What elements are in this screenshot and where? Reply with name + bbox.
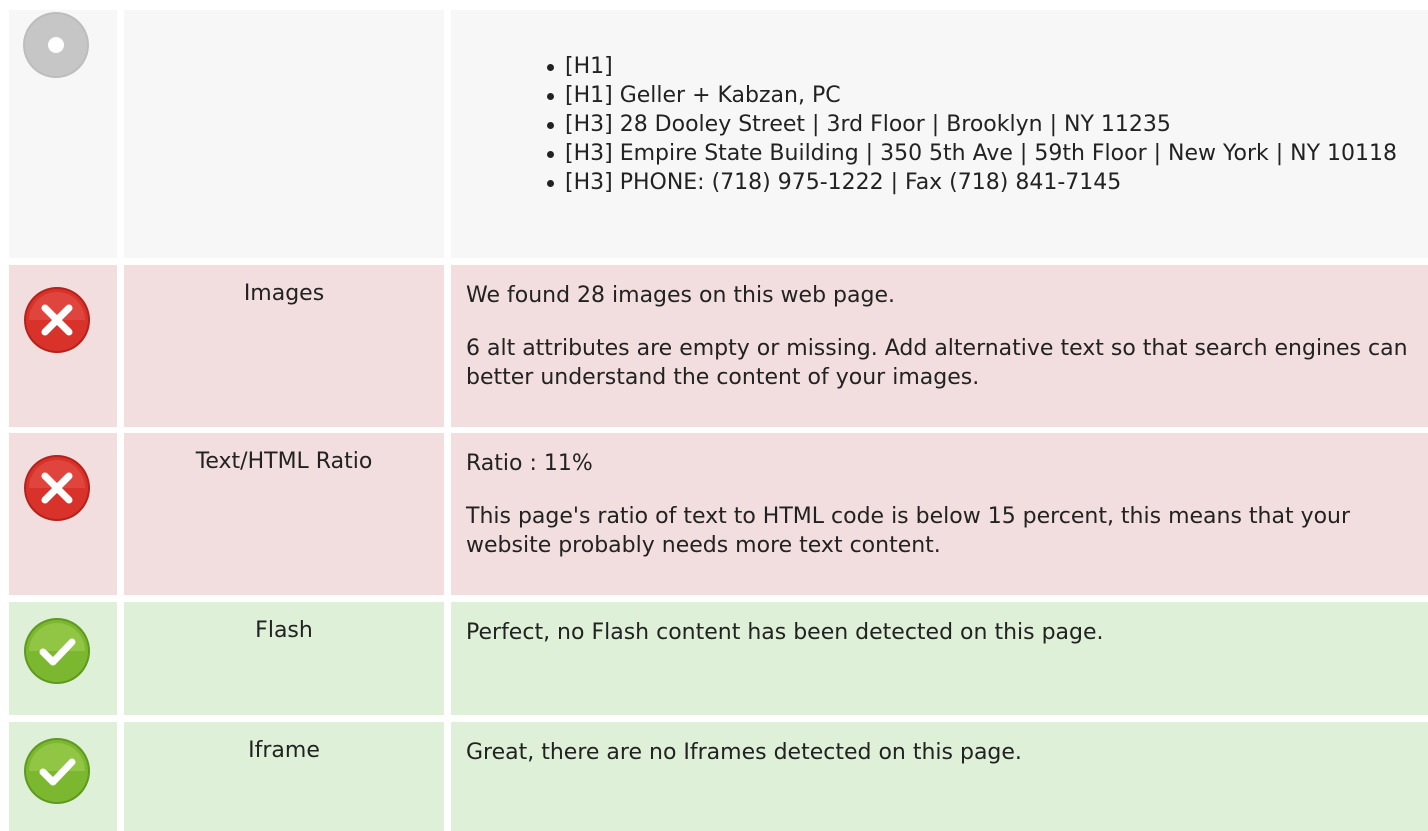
headings-content-cell: [H1] [H1] Geller + Kabzan, PC [H3] 28 Do… bbox=[451, 10, 1428, 258]
info-icon bbox=[23, 12, 89, 78]
ratio-status-cell bbox=[9, 433, 117, 595]
headings-list: [H1] [H1] Geller + Kabzan, PC [H3] 28 Do… bbox=[543, 52, 1403, 197]
heading-item: [H3] Empire State Building | 350 5th Ave… bbox=[543, 139, 1403, 168]
images-count-text: We found 28 images on this web page. bbox=[466, 283, 895, 308]
heading-item: [H1] bbox=[543, 52, 1403, 81]
heading-item: [H3] 28 Dooley Street | 3rd Floor | Broo… bbox=[543, 110, 1403, 139]
images-status-cell bbox=[9, 265, 117, 427]
iframe-row: Iframe Great, there are no Iframes detec… bbox=[0, 722, 1428, 831]
headings-label-cell bbox=[124, 10, 444, 258]
iframe-label-cell: Iframe bbox=[124, 722, 444, 831]
iframe-content-cell: Great, there are no Iframes detected on … bbox=[451, 722, 1428, 831]
flash-label: Flash bbox=[255, 618, 313, 643]
headings-status-cell bbox=[9, 10, 117, 258]
headings-row: [H1] [H1] Geller + Kabzan, PC [H3] 28 Do… bbox=[0, 10, 1428, 258]
heading-item: [H3] PHONE: (718) 975-1222 | Fax (718) 8… bbox=[543, 168, 1403, 197]
images-label-cell: Images bbox=[124, 265, 444, 427]
check-icon bbox=[24, 618, 90, 684]
error-icon bbox=[24, 287, 90, 353]
flash-result-text: Perfect, no Flash content has been detec… bbox=[466, 620, 1104, 645]
images-label: Images bbox=[243, 281, 325, 306]
flash-content-cell: Perfect, no Flash content has been detec… bbox=[451, 602, 1428, 715]
flash-status-cell bbox=[9, 602, 117, 715]
images-alt-text: 6 alt attributes are empty or missing. A… bbox=[466, 336, 1408, 390]
ratio-value-text: Ratio : 11% bbox=[466, 451, 593, 476]
iframe-result-text: Great, there are no Iframes detected on … bbox=[466, 740, 1022, 765]
flash-label-cell: Flash bbox=[124, 602, 444, 715]
ratio-row: Text/HTML Ratio Ratio : 11% This page's … bbox=[0, 433, 1428, 595]
ratio-content-cell: Ratio : 11% This page's ratio of text to… bbox=[451, 433, 1428, 595]
images-content-cell: We found 28 images on this web page. 6 a… bbox=[451, 265, 1428, 427]
ratio-description-text: This page's ratio of text to HTML code i… bbox=[466, 504, 1351, 558]
check-icon bbox=[24, 738, 90, 804]
iframe-label: Iframe bbox=[248, 738, 320, 763]
heading-item: [H1] Geller + Kabzan, PC bbox=[543, 81, 1403, 110]
images-row: Images We found 28 images on this web pa… bbox=[0, 265, 1428, 427]
ratio-label-cell: Text/HTML Ratio bbox=[124, 433, 444, 595]
flash-row: Flash Perfect, no Flash content has been… bbox=[0, 602, 1428, 715]
error-icon bbox=[24, 455, 90, 521]
iframe-status-cell bbox=[9, 722, 117, 831]
ratio-label: Text/HTML Ratio bbox=[195, 449, 373, 474]
